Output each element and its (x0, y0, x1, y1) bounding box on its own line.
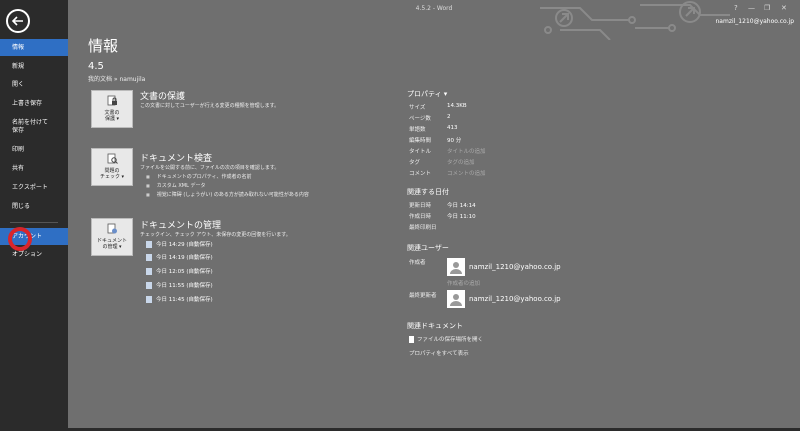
author-label: 作成者 (409, 260, 426, 266)
version-item[interactable]: 今日 14:29 (自動保存) (146, 240, 213, 248)
protect-heading: 文書の保護 (140, 92, 186, 102)
nav-print[interactable]: 印刷 (0, 146, 68, 154)
backstage-sidebar: 情報 新規 開く 上書き保存 名前を付けて 保存 印刷 共有 エクスポート 閉じ… (0, 0, 68, 431)
nav-new[interactable]: 新規 (0, 63, 68, 71)
inspect-document-icon (107, 153, 118, 164)
protect-desc: この文書に対してユーザーが行える変更の種類を管理します。 (140, 103, 280, 109)
related-docs-heading: 関連ドキュメント (407, 322, 463, 330)
lock-document-icon (107, 95, 117, 106)
highlight-circle (8, 227, 32, 251)
document-version-icon (146, 282, 152, 289)
inspect-heading: ドキュメント検査 (140, 154, 213, 164)
author-name[interactable]: namzil_1210@yahoo.co.jp (469, 263, 561, 271)
prop-label-pages: ページ数 (409, 116, 431, 122)
version-item[interactable]: 今日 14:19 (自動保存) (146, 253, 213, 261)
inspect-bullet-1: ドキュメントのプロパティ、作成者の名前 (146, 173, 252, 180)
open-file-location-link[interactable]: ファイルの保存場所を開く (409, 335, 483, 343)
back-button[interactable] (6, 9, 30, 33)
document-version-icon (146, 296, 152, 303)
version-item[interactable]: 今日 11:45 (自動保存) (146, 295, 213, 303)
protect-document-button[interactable]: 文書の 保護 ▾ (91, 90, 133, 128)
prop-value-words: 413 (447, 125, 458, 131)
prop-title-input[interactable]: タイトルの追加 (447, 147, 486, 155)
properties-heading[interactable]: プロパティ ▾ (407, 89, 447, 99)
protect-tile-line2: 保護 ▾ (104, 116, 120, 122)
manage-document-icon (107, 223, 117, 234)
person-icon (450, 262, 462, 274)
check-issues-button[interactable]: 問題の チェック ▾ (91, 148, 133, 186)
author-avatar (447, 258, 465, 276)
manage-document-button[interactable]: ドキュメント の管理 ▾ (91, 218, 133, 256)
nav-save[interactable]: 上書き保存 (0, 100, 68, 108)
circuit-decoration (540, 1, 730, 40)
date-label-printed: 最終印刷日 (409, 225, 437, 231)
nav-divider (10, 222, 58, 223)
help-button[interactable]: ? (734, 4, 738, 12)
document-path[interactable]: 我的文档 » namujila (88, 74, 145, 83)
restore-button[interactable]: ❐ (764, 4, 770, 12)
date-label-created: 作成日時 (409, 214, 432, 220)
dates-heading: 関連する日付 (407, 188, 449, 196)
nav-close[interactable]: 閉じる (0, 203, 68, 211)
nav-options[interactable]: オプション (0, 251, 68, 259)
prop-label-comments: コメント (409, 171, 432, 177)
modifier-name[interactable]: namzil_1210@yahoo.co.jp (469, 295, 561, 303)
document-name: 4.5 (88, 61, 104, 72)
document-version-icon (146, 268, 152, 275)
prop-label-words: 単語数 (409, 127, 426, 133)
prop-value-edit-time: 90 分 (447, 138, 462, 144)
date-label-modified: 更新日時 (409, 203, 432, 209)
nav-save-as-line2[interactable]: 保存 (0, 127, 68, 135)
inspect-desc: ファイルを公開する前に、ファイルの次の項目を確認します。 (140, 165, 280, 171)
document-icon (409, 336, 414, 343)
version-item[interactable]: 今日 12:05 (自動保存) (146, 267, 213, 275)
nav-export[interactable]: エクスポート (0, 184, 68, 192)
nav-share[interactable]: 共有 (0, 165, 68, 173)
document-version-icon (146, 241, 152, 248)
version-item[interactable]: 今日 11:55 (自動保存) (146, 281, 213, 289)
nav-info[interactable]: 情報 (0, 39, 68, 56)
person-icon (450, 294, 462, 306)
prop-label-title: タイトル (409, 149, 432, 155)
inspect-tile-line2: チェック ▾ (99, 174, 125, 180)
minimize-button[interactable]: — (748, 4, 755, 12)
document-version-icon (146, 254, 152, 261)
prop-comments-input[interactable]: コメントの追加 (447, 169, 486, 177)
prop-value-size: 14.3KB (447, 103, 467, 109)
date-value-modified: 今日 14:14 (447, 203, 476, 209)
date-value-created: 今日 11:10 (447, 214, 476, 220)
nav-open[interactable]: 開く (0, 81, 68, 89)
add-author-link[interactable]: 作成者の追加 (447, 279, 480, 287)
prop-label-tags: タグ (409, 160, 421, 166)
modifier-label: 最終更新者 (409, 293, 437, 299)
account-name[interactable]: namzil_1210@yahoo.co.jp (716, 18, 795, 25)
prop-label-size: サイズ (409, 105, 426, 111)
manage-desc: チェックイン、チェック アウト、未保存の変更の回復を行います。 (140, 232, 291, 238)
nav-save-as-line1[interactable]: 名前を付けて (0, 119, 68, 127)
page-title: 情報 (88, 37, 119, 55)
prop-value-pages: 2 (447, 114, 451, 120)
manage-tile-line2: の管理 ▾ (102, 244, 122, 250)
close-button[interactable]: ✕ (781, 4, 787, 12)
users-heading: 関連ユーザー (407, 244, 449, 252)
inspect-bullet-2: カスタム XML データ (146, 182, 206, 189)
back-arrow-icon (11, 16, 23, 26)
show-all-properties-link[interactable]: プロパティをすべて表示 (409, 349, 469, 357)
prop-label-edit-time: 編集時間 (409, 138, 432, 144)
modifier-avatar (447, 290, 465, 308)
prop-tags-input[interactable]: タグの追加 (447, 158, 475, 166)
inspect-bullet-3: 視覚に障碍 (しょうがい) のある方が読み取れない可能性がある内容 (146, 191, 309, 198)
manage-heading: ドキュメントの管理 (140, 221, 222, 231)
